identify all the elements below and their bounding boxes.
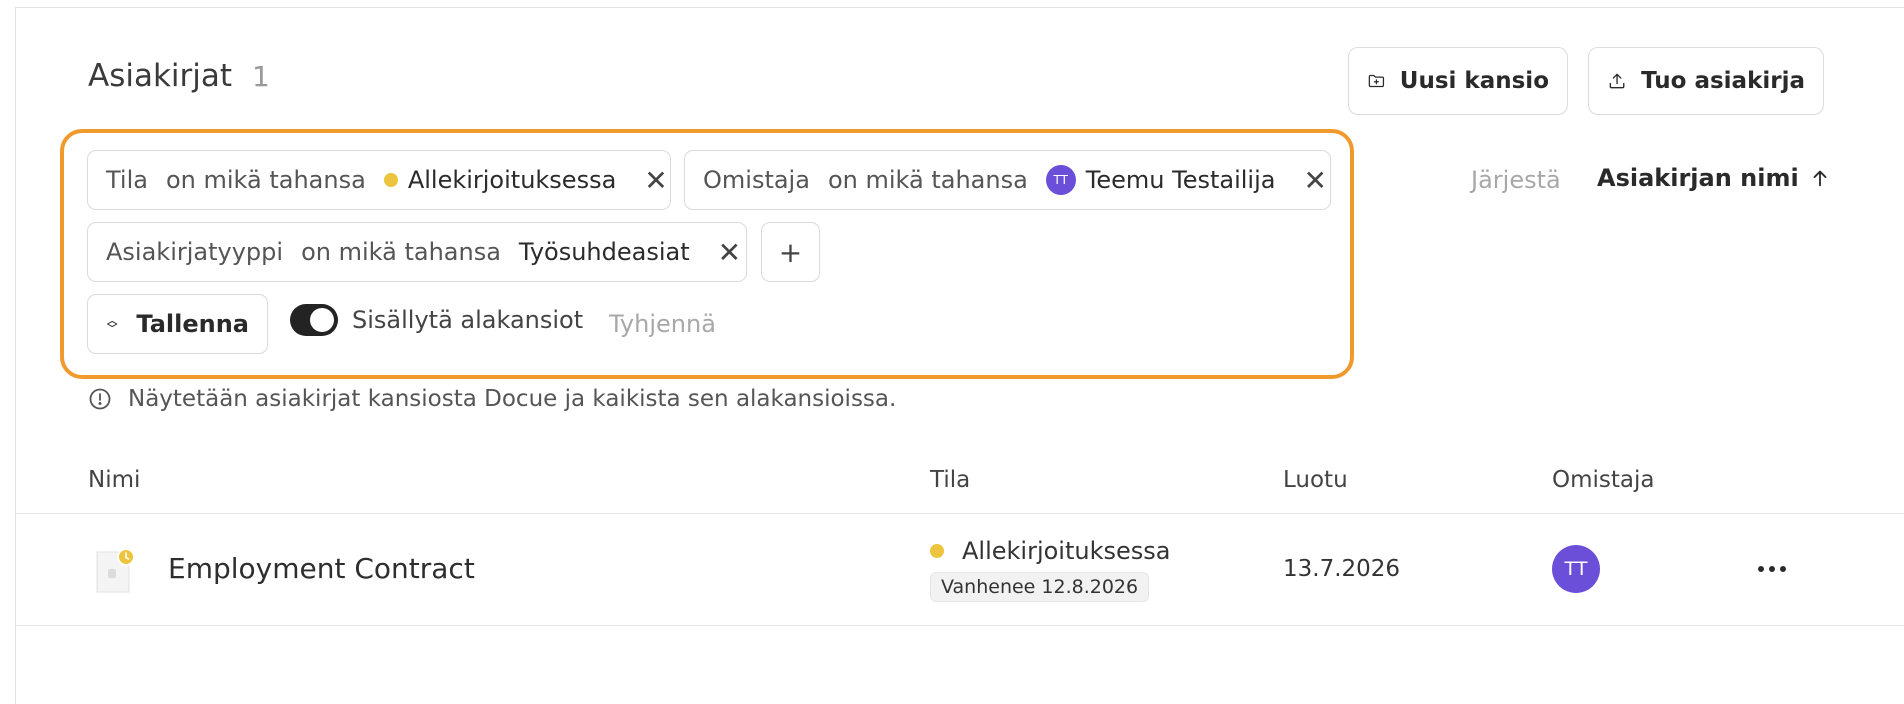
remove-filter-icon[interactable]: ✕ [1303,164,1326,197]
sort-selector[interactable]: Asiakirjan nimi [1597,164,1831,192]
upload-icon [1609,73,1625,89]
column-header-status[interactable]: Tila [930,467,970,493]
info-message: Näytetään asiakirjat kansiosta Docue ja … [88,386,896,412]
filter-value[interactable]: Työsuhdeasiat [519,238,690,266]
info-icon [89,388,111,410]
toggle-switch[interactable] [290,304,338,336]
status-dot [383,173,398,187]
document-count: 1 [252,60,270,93]
column-header-created[interactable]: Luotu [1283,467,1348,493]
save-filter-button[interactable]: Tallenna [87,294,268,354]
bookmark-icon [107,320,118,328]
filter-chip-document-type[interactable]: Asiakirjatyyppi on mikä tahansa Työsuhde… [87,222,747,282]
document-pending-icon [96,548,134,593]
filter-value[interactable]: TT Teemu Testailija [1045,165,1276,195]
new-folder-button[interactable]: Uusi kansio [1348,47,1568,115]
include-subfolders-label: Sisällytä alakansiot [352,306,584,334]
filter-operator[interactable]: on mikä tahansa [828,166,1028,194]
filter-chip-owner[interactable]: Omistaja on mikä tahansa TT Teemu Testai… [684,150,1331,210]
add-filter-button[interactable]: + [761,222,820,282]
save-filter-label: Tallenna [136,310,249,338]
more-horizontal-icon [1758,566,1786,572]
expiry-badge: Vanhenee 12.8.2026 [930,572,1150,602]
filter-value[interactable]: Allekirjoituksessa [383,166,617,194]
folder-plus-icon [1368,74,1385,88]
info-text: Näytetään asiakirjat kansiosta Docue ja … [128,386,897,412]
row-status-text: Allekirjoituksessa [962,537,1171,565]
filter-value-text: Allekirjoituksessa [407,166,617,194]
plus-icon: + [778,235,803,269]
row-created-date: 13.7.2026 [1283,556,1401,582]
filter-chip-status[interactable]: Tila on mikä tahansa Allekirjoituksessa … [87,150,671,210]
arrow-up-icon [1813,170,1827,187]
remove-filter-icon[interactable]: ✕ [644,164,667,197]
filter-field: Asiakirjatyyppi [106,238,284,266]
row-status: Allekirjoituksessa [930,537,1170,565]
table-divider [15,513,1904,514]
new-folder-label: Uusi kansio [1399,68,1549,94]
avatar: TT [1045,165,1076,195]
sort-value: Asiakirjan nimi [1597,164,1799,192]
filter-value-text: Teemu Testailija [1085,166,1276,194]
include-subfolders-toggle[interactable]: Sisällytä alakansiot [290,304,583,336]
more-actions-button[interactable] [1756,553,1788,585]
clear-filters-link[interactable]: Tyhjennä [609,310,716,338]
page-title: Asiakirjat 1 [88,58,270,94]
sort-label: Järjestä [1471,166,1561,194]
remove-filter-icon[interactable]: ✕ [718,236,741,269]
filter-field: Omistaja [703,166,810,194]
status-dot [930,544,944,558]
page-title-text: Asiakirjat [88,58,233,94]
toggle-knob [310,308,334,332]
filter-value-text: Työsuhdeasiat [518,238,690,266]
filter-operator[interactable]: on mikä tahansa [166,166,366,194]
avatar[interactable]: TT [1552,545,1600,593]
column-header-name[interactable]: Nimi [88,467,140,493]
import-document-button[interactable]: Tuo asiakirja [1588,47,1824,115]
filter-field: Tila [106,166,148,194]
import-document-label: Tuo asiakirja [1641,68,1805,94]
document-name-link[interactable]: Employment Contract [168,552,475,585]
filter-operator[interactable]: on mikä tahansa [301,238,501,266]
table-divider [15,625,1904,626]
column-header-owner[interactable]: Omistaja [1552,467,1654,493]
